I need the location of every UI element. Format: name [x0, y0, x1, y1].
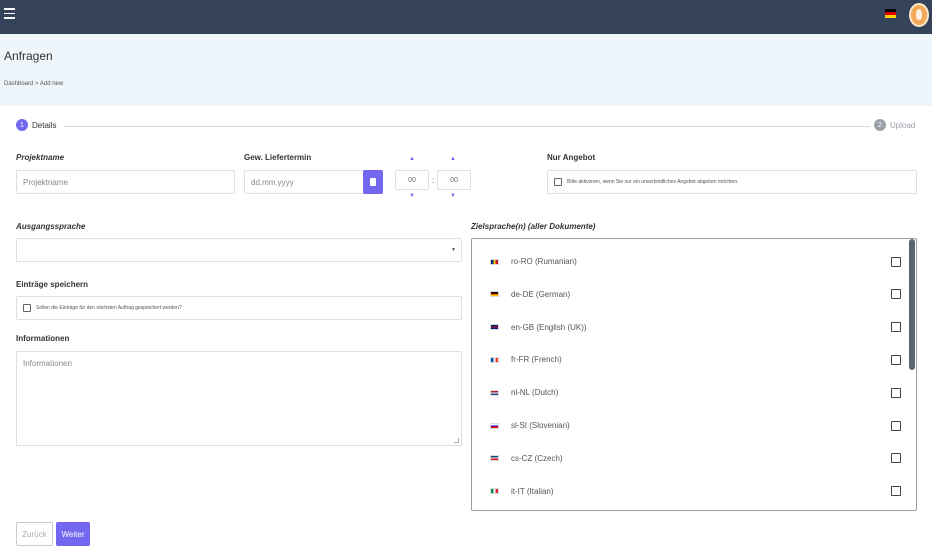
target-language-item[interactable]: sl-SI (Slovenian): [472, 409, 916, 442]
offer-only-label: Nur Angebot: [547, 153, 596, 162]
calendar-icon: [370, 178, 376, 186]
step-label: Upload: [890, 120, 916, 130]
target-language-label: sl-SI (Slovenian): [511, 421, 570, 430]
scrollbar-thumb[interactable]: [909, 239, 915, 370]
minute-up-chevron-icon[interactable]: ▲: [450, 156, 456, 162]
target-language-item[interactable]: fr-FR (French): [472, 343, 916, 376]
project-name-input[interactable]: Projektname: [16, 170, 235, 194]
source-language-select[interactable]: ▼: [16, 238, 462, 262]
target-language-item[interactable]: en-GB (English (UK)): [472, 311, 916, 344]
germany-flag-icon: [490, 291, 499, 298]
information-textarea[interactable]: Informationen: [16, 351, 462, 446]
breadcrumb[interactable]: Dashboard > Add new: [4, 81, 63, 87]
slovenia-flag-icon: [490, 422, 499, 429]
target-language-label: nl-NL (Dutch): [511, 388, 559, 398]
save-entries-label: Einträge speichern: [16, 280, 89, 289]
offer-only-text: Bitte aktivieren, wenn Sie nur ein unver…: [567, 179, 739, 185]
target-language-item[interactable]: de-DE (German): [472, 278, 916, 311]
delivery-date-input[interactable]: dd.mm.yyyy: [244, 170, 364, 194]
france-flag-icon: [490, 356, 499, 363]
target-language-checkbox[interactable]: [891, 453, 901, 464]
hour-down-chevron-icon[interactable]: ▼: [409, 193, 415, 199]
user-avatar-icon[interactable]: [909, 3, 929, 27]
minute-down-chevron-icon[interactable]: ▼: [450, 193, 456, 199]
germany-flag-icon[interactable]: [885, 9, 896, 18]
step-label: Details: [32, 120, 57, 130]
target-language-label: en-GB (English (UK)): [511, 322, 587, 332]
minute-input[interactable]: 00: [437, 170, 471, 190]
target-language-checkbox[interactable]: [891, 387, 901, 398]
top-navbar: [0, 0, 932, 34]
save-entries-checkbox[interactable]: [23, 304, 31, 312]
target-languages-label: Zielsprache(n) (aller Dokumente): [471, 222, 596, 231]
target-language-label: ro-RO (Rumanian): [511, 257, 577, 266]
resize-handle-icon[interactable]: [454, 438, 459, 443]
uk-flag-icon: [490, 324, 499, 331]
italy-flag-icon: [490, 488, 499, 495]
target-language-item[interactable]: cs-CZ (Czech): [472, 442, 916, 475]
calendar-button[interactable]: [363, 170, 383, 194]
target-language-label: cs-CZ (Czech): [511, 453, 563, 463]
target-language-item[interactable]: nl-NL (Dutch): [472, 376, 916, 409]
target-language-label: fr-FR (French): [511, 355, 562, 365]
back-button[interactable]: Zurück: [16, 522, 53, 546]
target-language-checkbox[interactable]: [891, 256, 901, 267]
hour-up-chevron-icon[interactable]: ▲: [409, 156, 415, 162]
project-name-label: Projektname: [16, 153, 65, 162]
offer-only-checkbox[interactable]: [554, 178, 562, 186]
step-number: 2: [874, 119, 886, 131]
step-number: 1: [16, 119, 28, 131]
target-languages-list[interactable]: ro-RO (Rumanian) de-DE (German) en-GB (Eng…: [471, 238, 917, 511]
target-language-item[interactable]: ro-RO (Rumanian): [472, 245, 916, 278]
save-entries-checkbox-row[interactable]: Sollen die Einträge für den nächsten Auf…: [16, 296, 462, 320]
target-language-checkbox[interactable]: [891, 322, 901, 333]
target-language-checkbox[interactable]: [891, 289, 901, 300]
save-entries-text: Sollen die Einträge für den nächsten Auf…: [36, 305, 182, 311]
page-header: Anfragen Dashboard > Add new: [0, 34, 932, 106]
information-placeholder: Informationen: [23, 359, 72, 368]
target-language-label: it-IT (Italian): [511, 486, 554, 496]
step-upload[interactable]: 2 Upload: [870, 119, 916, 131]
page-title: Anfragen: [4, 49, 53, 63]
target-language-item[interactable]: it-IT (Italian): [472, 475, 916, 508]
information-label: Informationen: [16, 334, 70, 343]
netherlands-flag-icon: [490, 389, 499, 396]
delivery-date-label: Gew. Liefertermin: [244, 153, 312, 162]
romania-flag-icon: [490, 258, 499, 265]
stepper-line: [64, 126, 870, 127]
next-button[interactable]: Weiter: [56, 522, 90, 546]
hour-input[interactable]: 00: [395, 170, 429, 190]
hamburger-icon[interactable]: [4, 8, 15, 20]
czech-flag-icon: [490, 455, 499, 462]
step-details[interactable]: 1 Details: [16, 119, 63, 131]
target-language-checkbox[interactable]: [891, 354, 901, 365]
time-separator: :: [432, 176, 435, 185]
chevron-down-icon: ▼: [451, 247, 456, 253]
source-language-label: Ausgangssprache: [16, 222, 86, 231]
target-language-checkbox[interactable]: [891, 420, 901, 431]
target-language-label: de-DE (German): [511, 289, 571, 299]
target-language-checkbox[interactable]: [891, 486, 901, 497]
offer-only-checkbox-row[interactable]: Bitte aktivieren, wenn Sie nur ein unver…: [547, 170, 917, 194]
